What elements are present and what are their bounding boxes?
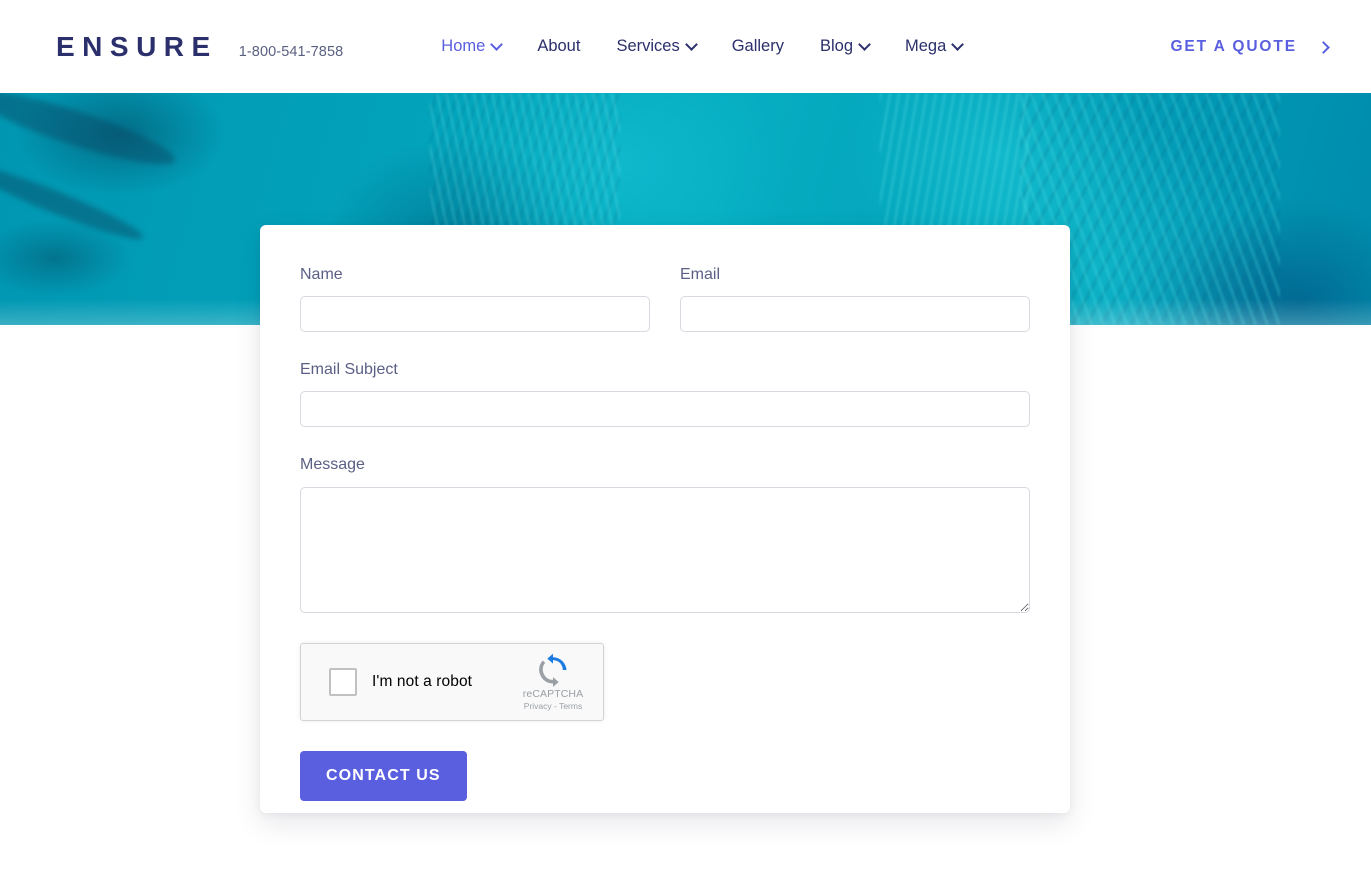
nav-item-services[interactable]: Services xyxy=(616,37,695,56)
chevron-right-icon xyxy=(1319,42,1329,52)
email-field-group: Email xyxy=(680,265,1030,333)
get-a-quote-button[interactable]: GET A QUOTE xyxy=(1170,38,1329,56)
email-field-label: Email xyxy=(680,266,721,283)
message-field-label: Message xyxy=(300,456,365,474)
recaptcha-widget[interactable]: I'm not a robot reCAPTCHA Privacy - Term… xyxy=(300,642,604,721)
nav-item-label: Services xyxy=(616,37,680,55)
recaptcha-label: I'm not a robot xyxy=(372,672,473,690)
message-field-group: Message xyxy=(300,455,1030,613)
name-input[interactable] xyxy=(300,296,650,333)
recaptcha-logo-icon xyxy=(539,653,567,687)
nav-item-about[interactable]: About xyxy=(537,37,580,56)
nav-item-label: Home xyxy=(441,37,486,55)
nav-item-label: About xyxy=(537,37,581,55)
contact-us-submit-button[interactable]: CONTACT US xyxy=(300,750,467,801)
chevron-down-icon xyxy=(953,40,962,49)
nav-item-label: Mega xyxy=(905,37,947,55)
header-phone-number[interactable]: 1-800-541-7858 xyxy=(239,44,344,60)
recaptcha-brand-name: reCAPTCHA xyxy=(522,687,584,700)
site-logo[interactable]: ENSURE xyxy=(56,32,218,61)
get-a-quote-label: GET A QUOTE xyxy=(1170,37,1297,55)
subject-input[interactable] xyxy=(300,391,1030,428)
brand-block: ENSURE 1-800-541-7858 xyxy=(56,32,344,61)
recaptcha-legal-links[interactable]: Privacy - Terms xyxy=(515,701,591,712)
chevron-down-icon xyxy=(492,40,501,49)
nav-item-home[interactable]: Home xyxy=(441,37,501,56)
main-navigation: Home About Services Gallery Blog Mega xyxy=(441,37,962,56)
nav-item-blog[interactable]: Blog xyxy=(820,37,869,56)
name-field-group: Name xyxy=(300,265,650,333)
recaptcha-checkbox[interactable] xyxy=(329,667,357,696)
chevron-down-icon xyxy=(860,40,869,49)
chevron-down-icon xyxy=(687,40,696,49)
nav-item-label: Gallery xyxy=(731,37,784,55)
subject-field-group: Email Subject xyxy=(300,360,1030,428)
nav-item-gallery[interactable]: Gallery xyxy=(732,37,784,56)
site-header: ENSURE 1-800-541-7858 Home About Service… xyxy=(0,0,1371,93)
subject-field-label: Email Subject xyxy=(300,361,398,379)
name-email-row: Name Email xyxy=(300,265,1030,333)
nav-item-mega[interactable]: Mega xyxy=(905,37,962,56)
name-field-label: Name xyxy=(300,266,343,283)
recaptcha-branding: reCAPTCHA Privacy - Terms xyxy=(515,653,591,713)
email-input[interactable] xyxy=(680,296,1030,333)
nav-item-label: Blog xyxy=(819,37,854,55)
message-textarea[interactable] xyxy=(300,486,1030,613)
contact-form-card: Name Email Email Subject Message I'm not… xyxy=(260,225,1070,813)
